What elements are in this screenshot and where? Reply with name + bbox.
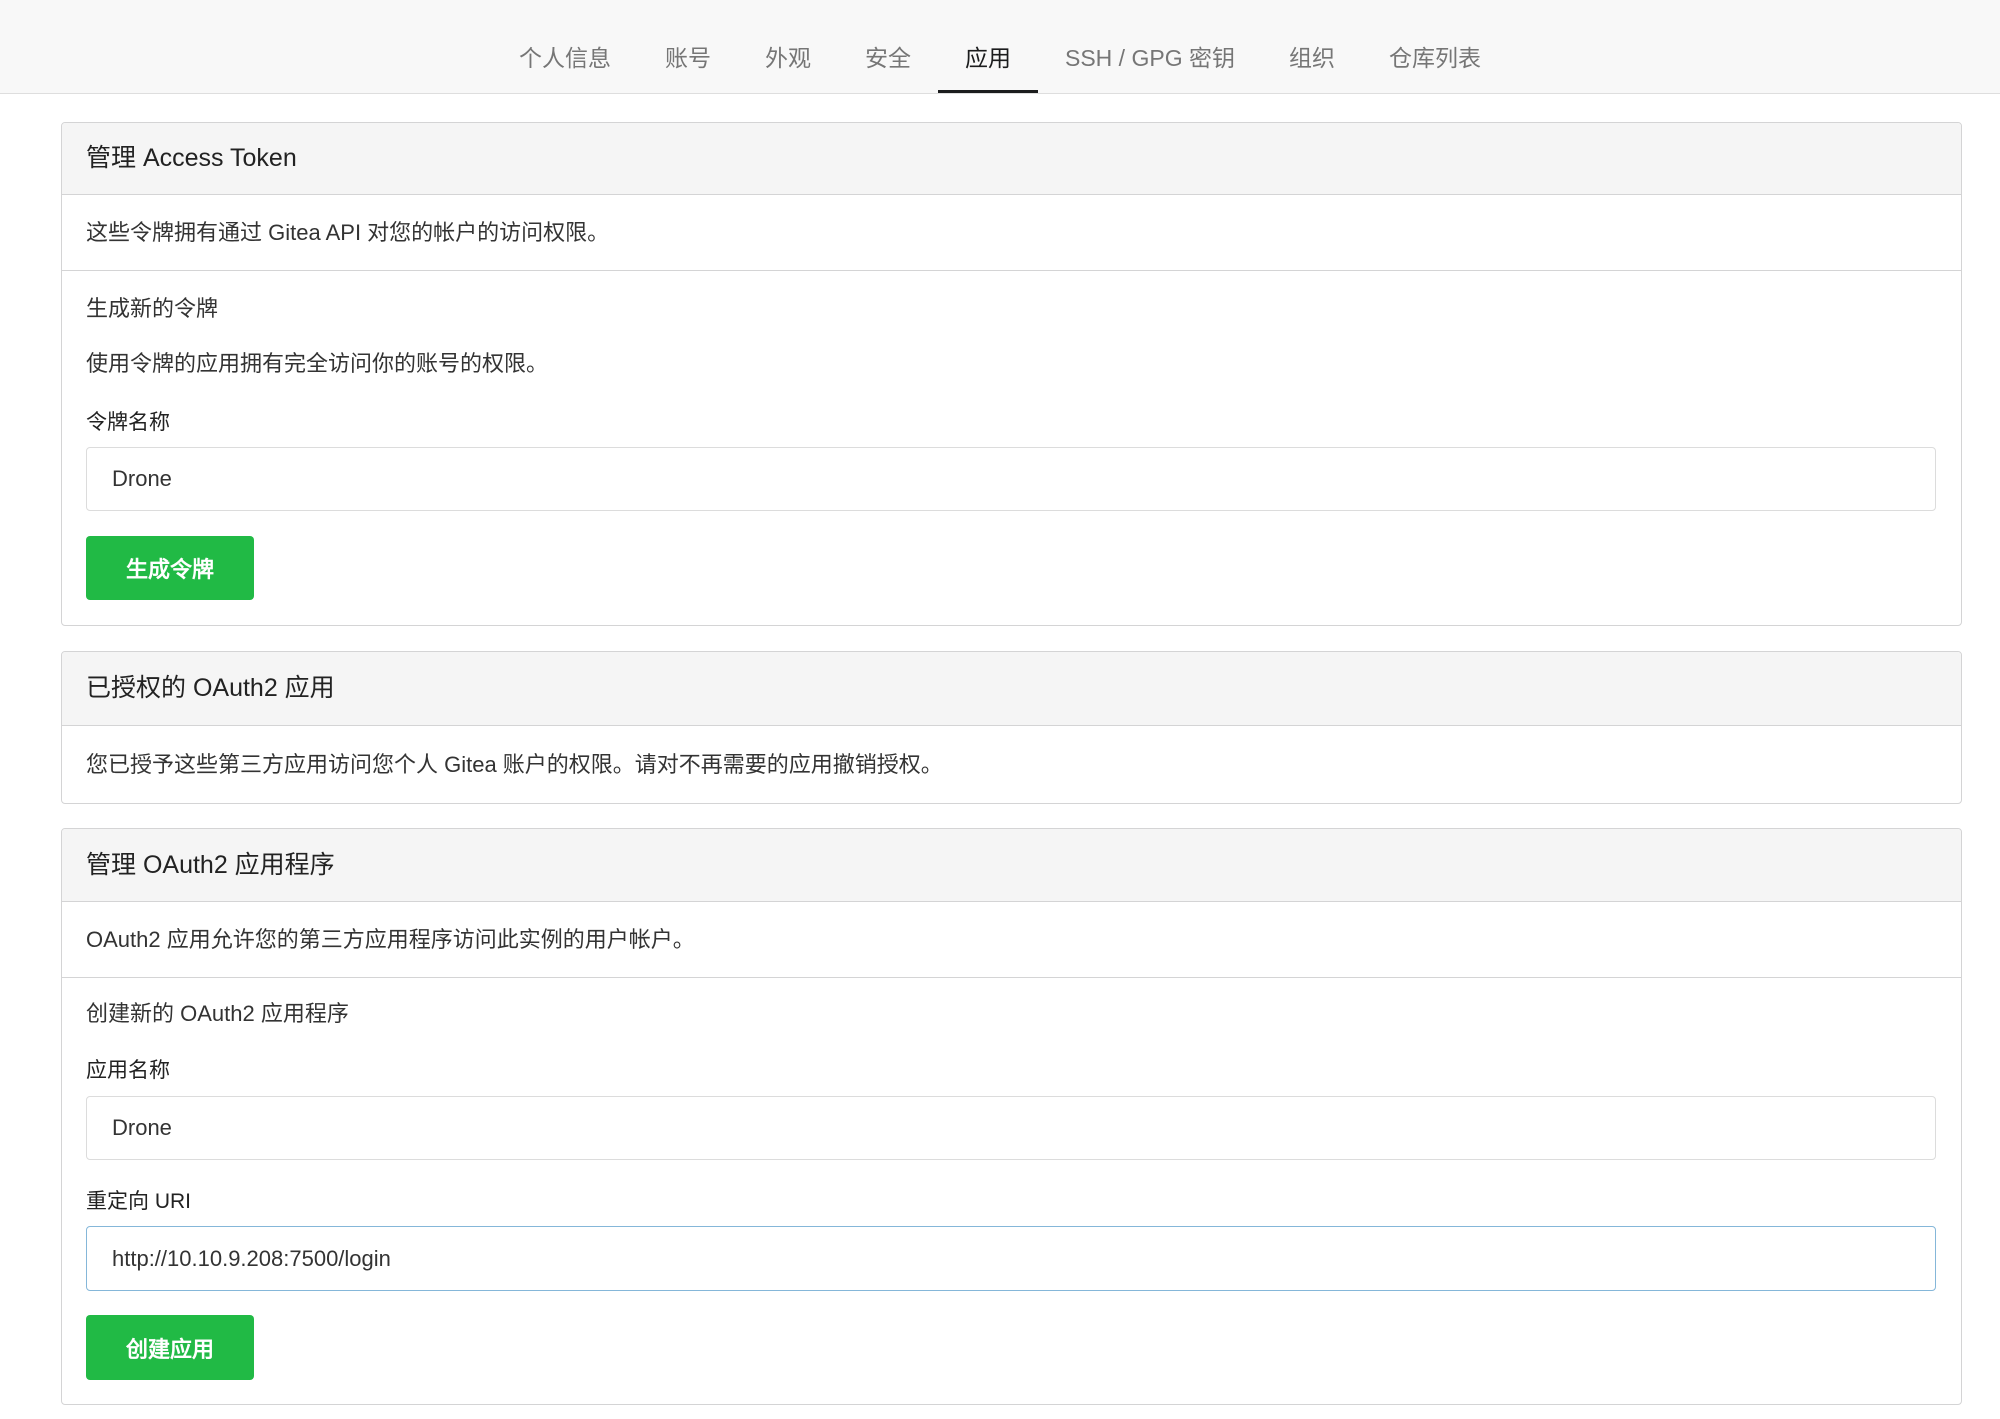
manage-oauth2-description: OAuth2 应用允许您的第三方应用程序访问此实例的用户帐户。	[62, 902, 1961, 978]
token-name-label: 令牌名称	[86, 411, 170, 434]
generate-token-note: 使用令牌的应用拥有完全访问你的账号的权限。	[86, 351, 549, 376]
tab-applications[interactable]: 应用	[938, 0, 1038, 93]
generate-token-button[interactable]: 生成令牌	[86, 536, 254, 600]
tab-repositories[interactable]: 仓库列表	[1362, 0, 1508, 93]
redirect-uri-input[interactable]	[86, 1226, 1936, 1291]
main-content: 管理 Access Token 这些令牌拥有通过 Gitea API 对您的帐户…	[61, 122, 1962, 1405]
redirect-uri-label: 重定向 URI	[86, 1190, 191, 1213]
access-token-panel: 管理 Access Token 这些令牌拥有通过 Gitea API 对您的帐户…	[61, 122, 1962, 626]
create-app-button[interactable]: 创建应用	[86, 1315, 254, 1380]
app-name-label: 应用名称	[86, 1059, 170, 1082]
access-token-header: 管理 Access Token	[62, 123, 1961, 195]
tab-appearance[interactable]: 外观	[738, 0, 838, 93]
tab-organizations[interactable]: 组织	[1262, 0, 1362, 93]
authorized-oauth2-panel: 已授权的 OAuth2 应用 您已授予这些第三方应用访问您个人 Gitea 账户…	[61, 651, 1962, 804]
access-token-description: 这些令牌拥有通过 Gitea API 对您的帐户的访问权限。	[62, 195, 1961, 271]
tab-ssh-gpg-keys[interactable]: SSH / GPG 密钥	[1038, 0, 1262, 93]
settings-tab-bar: 个人信息 账号 外观 安全 应用 SSH / GPG 密钥 组织 仓库列表	[0, 0, 2000, 94]
tab-security[interactable]: 安全	[838, 0, 938, 93]
authorized-oauth2-header: 已授权的 OAuth2 应用	[62, 652, 1961, 726]
create-oauth2-app-form: 创建新的 OAuth2 应用程序 应用名称 重定向 URI 创建应用	[62, 978, 1961, 1404]
authorized-oauth2-description: 您已授予这些第三方应用访问您个人 Gitea 账户的权限。请对不再需要的应用撤销…	[86, 752, 943, 777]
manage-oauth2-header: 管理 OAuth2 应用程序	[62, 829, 1961, 902]
tab-account[interactable]: 账号	[638, 0, 738, 93]
app-name-input[interactable]	[86, 1096, 1936, 1160]
generate-token-form: 生成新的令牌 使用令牌的应用拥有完全访问你的账号的权限。 令牌名称 生成令牌	[62, 271, 1961, 625]
token-name-input[interactable]	[86, 447, 1936, 511]
tab-profile[interactable]: 个人信息	[492, 0, 638, 93]
create-oauth2-heading: 创建新的 OAuth2 应用程序	[86, 1001, 349, 1026]
manage-oauth2-panel: 管理 OAuth2 应用程序 OAuth2 应用允许您的第三方应用程序访问此实例…	[61, 828, 1962, 1405]
generate-token-heading: 生成新的令牌	[86, 296, 219, 321]
